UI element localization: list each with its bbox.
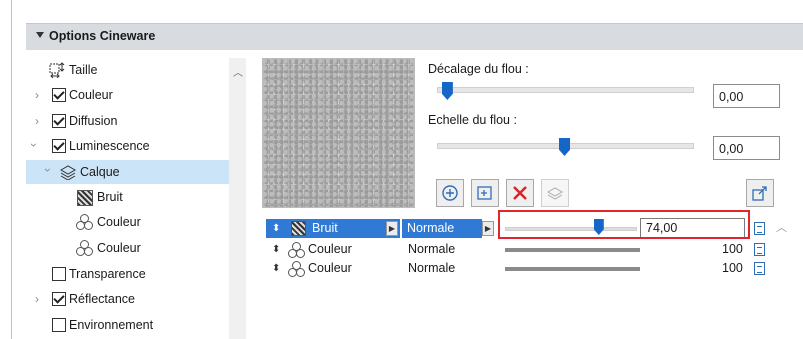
add-folder-button[interactable]: [471, 179, 499, 207]
sort-arrows-icon[interactable]: ⬍: [272, 240, 280, 259]
layers-icon: [60, 165, 76, 180]
checkbox[interactable]: [52, 88, 66, 102]
add-shader-button[interactable]: [436, 179, 464, 207]
layer-mode: Normale: [407, 221, 455, 235]
chevron-down-icon[interactable]: ›: [27, 143, 41, 147]
resize-icon: [49, 62, 65, 78]
add-folder-icon: [477, 186, 492, 200]
blur-offset-slider-thumb[interactable]: [441, 82, 453, 100]
chevron-right-icon[interactable]: ›: [35, 292, 39, 306]
linked-document-icon[interactable]: [754, 222, 765, 235]
layer-mode-dropdown[interactable]: ▶: [482, 221, 494, 236]
highlight-box: [498, 210, 750, 239]
scroll-up-icon[interactable]: ︿: [776, 219, 787, 235]
layer-row[interactable]: ⬍ Couleur: [266, 240, 406, 259]
layer-name: Couleur: [308, 261, 352, 275]
layer-name: Couleur: [308, 242, 352, 256]
layer-opacity-bar[interactable]: [505, 248, 640, 252]
checkbox[interactable]: [52, 292, 66, 306]
noise-icon: [291, 221, 306, 236]
duplicate-icon: [546, 187, 564, 200]
sort-arrows-icon[interactable]: ⬍: [272, 259, 280, 278]
delete-icon: [513, 186, 527, 200]
tree-item-label: Luminescence: [69, 139, 150, 153]
tree-item-label: Couleur: [97, 215, 141, 229]
panel-title: Options Cineware: [49, 29, 156, 43]
blur-scale-slider-thumb[interactable]: [559, 138, 570, 156]
layer-opacity-bar[interactable]: [505, 267, 640, 271]
sort-arrows-icon[interactable]: ⬍: [272, 219, 280, 238]
chevron-down-icon[interactable]: ›: [41, 168, 55, 172]
blur-scale-label: Echelle du flou :: [428, 113, 517, 127]
checkbox[interactable]: [52, 267, 66, 281]
layer-opacity-value[interactable]: 100: [722, 261, 743, 275]
layer-row[interactable]: ⬍ Couleur: [266, 259, 406, 278]
layer-opacity-value[interactable]: 100: [722, 242, 743, 256]
tree-item-label: Environnement: [69, 318, 154, 332]
add-shader-icon: [442, 185, 458, 201]
tree-item-label: Diffusion: [69, 114, 118, 128]
linked-document-icon[interactable]: [754, 243, 765, 256]
scroll-up-icon[interactable]: ︿: [233, 64, 243, 79]
tree-item-label: Taille: [69, 63, 98, 77]
collapse-triangle-icon[interactable]: [36, 32, 44, 38]
checkbox[interactable]: [52, 318, 66, 332]
layer-mode-field[interactable]: Normale: [402, 219, 482, 238]
color-circles-icon: [76, 214, 93, 230]
color-circles-icon: [288, 261, 305, 277]
duplicate-button[interactable]: [541, 179, 569, 207]
export-button[interactable]: [746, 179, 774, 207]
tree-item-label: Calque: [80, 165, 120, 179]
tree-selection-highlight: [26, 160, 229, 184]
left-border: [11, 0, 12, 339]
tree-item-label: Couleur: [97, 241, 141, 255]
panel-header[interactable]: Options Cineware: [26, 23, 803, 50]
blur-offset-label: Décalage du flou :: [428, 62, 529, 76]
delete-button[interactable]: [506, 179, 534, 207]
blur-scale-field[interactable]: 0,00: [713, 136, 780, 160]
chevron-right-icon[interactable]: ›: [35, 114, 39, 128]
color-circles-icon: [76, 240, 93, 256]
checkbox[interactable]: [52, 139, 66, 153]
tree-item-label: Bruit: [97, 190, 123, 204]
layer-row-selected[interactable]: ⬍ Bruit: [266, 219, 400, 238]
tree-scrollbar[interactable]: ︿: [229, 58, 246, 339]
noise-preview: [262, 58, 415, 208]
export-icon: [752, 186, 767, 201]
checkbox[interactable]: [52, 114, 66, 128]
noise-icon: [77, 190, 93, 206]
blur-offset-field[interactable]: 0,00: [713, 84, 780, 108]
tree-item-label: Réflectance: [69, 292, 136, 306]
tree-item-label: Couleur: [69, 88, 113, 102]
color-circles-icon: [288, 242, 305, 258]
chevron-right-icon[interactable]: ›: [35, 88, 39, 102]
tree-item-label: Transparence: [69, 267, 146, 281]
layer-mode[interactable]: Normale: [408, 242, 455, 256]
blur-offset-slider[interactable]: [437, 87, 694, 93]
layer-name: Bruit: [312, 221, 338, 235]
layer-expand-button[interactable]: ▶: [386, 221, 398, 236]
layer-mode[interactable]: Normale: [408, 261, 455, 275]
linked-document-icon[interactable]: [754, 262, 765, 275]
